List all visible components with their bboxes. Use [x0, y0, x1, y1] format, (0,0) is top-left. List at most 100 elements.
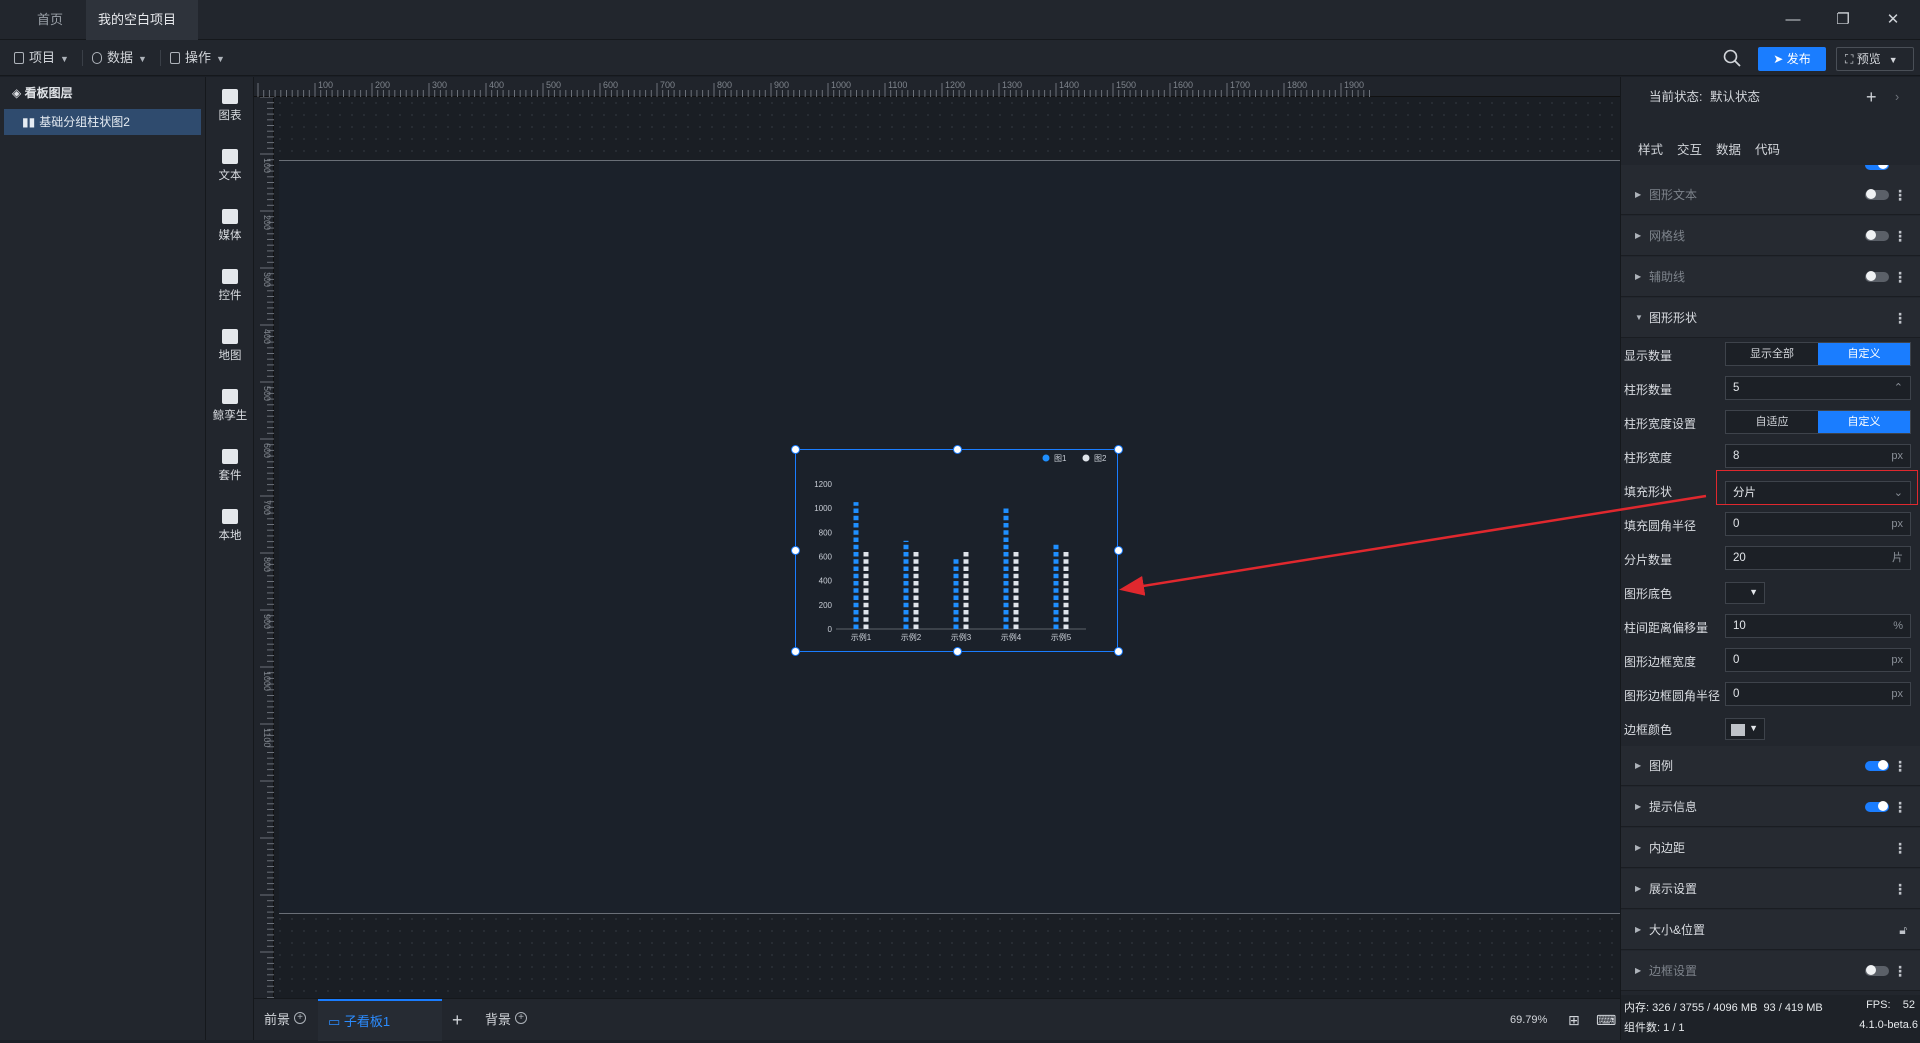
section-padding[interactable]: ▶ 内边距 ⋮	[1621, 828, 1920, 868]
field-border-width: 图形边框宽度 0 px	[1621, 644, 1920, 678]
section-toggle[interactable]	[1865, 165, 1889, 170]
custom-option[interactable]: 自定义	[1818, 411, 1910, 433]
add-icon[interactable]: +	[515, 1012, 528, 1024]
bar-segment	[1053, 552, 1059, 557]
tab-style[interactable]: 样式	[1638, 139, 1663, 158]
publish-button[interactable]: ➤ 发布	[1758, 47, 1826, 71]
close-icon[interactable]: ✕	[1880, 8, 1906, 32]
tab-interaction[interactable]: 交互	[1677, 139, 1702, 158]
monitor-icon: ▭	[328, 1014, 344, 1029]
more-icon[interactable]: ⋮	[1893, 746, 1907, 786]
restore-icon[interactable]: ❐	[1830, 8, 1856, 32]
tab-code[interactable]: 代码	[1755, 139, 1780, 158]
chevron-right-icon[interactable]: ›	[1895, 77, 1899, 117]
fit-icon[interactable]: ⊞	[1568, 999, 1580, 1041]
comp-local[interactable]: 本地	[206, 509, 254, 543]
section-title: 图例	[1649, 759, 1674, 773]
section-aux-line[interactable]: ▶ 辅助线 ⋮	[1621, 257, 1920, 297]
resize-handle[interactable]	[953, 445, 962, 454]
bar-width-input[interactable]: 8 px	[1725, 444, 1911, 468]
more-icon[interactable]: ⋮	[1893, 787, 1907, 827]
menu-project[interactable]: 项目 ▼	[14, 40, 69, 76]
resize-handle[interactable]	[953, 647, 962, 656]
section-graphic-shape[interactable]: ▼ 图形形状 ⋮	[1621, 298, 1920, 338]
resize-handle[interactable]	[1114, 647, 1123, 656]
section-display[interactable]: ▶ 展示设置 ⋮	[1621, 869, 1920, 909]
comp-kit[interactable]: 套件	[206, 449, 254, 483]
background-tab[interactable]: 背景 +	[485, 999, 528, 1041]
add-board-button[interactable]: +	[452, 999, 463, 1041]
comp-text[interactable]: 文本	[206, 149, 254, 183]
lock-icon[interactable]: 🔓︎	[1899, 910, 1907, 950]
more-icon[interactable]: ⋮	[1893, 869, 1907, 909]
border-width-input[interactable]: 0 px	[1725, 648, 1911, 672]
comp-media[interactable]: 媒体	[206, 209, 254, 243]
layer-item[interactable]: ▮▮ 基础分组柱状图2	[4, 109, 201, 135]
segment-count-input[interactable]: 20 片	[1725, 546, 1911, 570]
bar-count-input[interactable]: 5 ⌃	[1725, 376, 1911, 400]
bg-color-picker[interactable]: ▼	[1725, 582, 1765, 604]
zoom-level[interactable]: 69.79%	[1510, 999, 1547, 1041]
section-grid[interactable]: ▶ 网格线 ⋮	[1621, 216, 1920, 256]
section-toggle[interactable]	[1865, 189, 1889, 200]
bar-offset-input[interactable]: 10%	[1725, 614, 1911, 638]
border-color-picker[interactable]: ▼	[1725, 718, 1765, 740]
keyboard-icon[interactable]: ⌨	[1596, 999, 1616, 1041]
custom-option[interactable]: 自定义	[1818, 343, 1910, 365]
bar-segment	[903, 544, 909, 550]
comp-map[interactable]: 地图	[206, 329, 254, 363]
add-icon[interactable]: +	[294, 1012, 307, 1024]
auto-option[interactable]: 自适应	[1726, 411, 1818, 433]
canvas[interactable]: 0 200 400 600 800 1000 1200 示例1 示例2 示例3 示例4 示例5 图1 图2	[274, 97, 1620, 998]
stepper-up-icon[interactable]: ⌃	[1894, 377, 1903, 399]
add-state-icon[interactable]: +	[1866, 77, 1877, 117]
section-toggle[interactable]	[1865, 271, 1889, 282]
resize-handle[interactable]	[791, 546, 800, 555]
bar-segment	[1013, 595, 1019, 600]
more-icon[interactable]: ⋮	[1893, 216, 1907, 256]
section-size-position[interactable]: ▶ 大小&位置 🔓︎	[1621, 910, 1920, 950]
fill-radius-input[interactable]: 0 px	[1725, 512, 1911, 536]
section-tooltip[interactable]: ▶ 提示信息 ⋮	[1621, 787, 1920, 827]
bar-segment	[963, 566, 969, 571]
menu-ops[interactable]: 操作 ▼	[170, 40, 225, 76]
foreground-tab[interactable]: 前景 +	[264, 999, 307, 1041]
section-title: 网格线	[1649, 229, 1686, 243]
more-icon[interactable]: ⋮	[1893, 257, 1907, 297]
resize-handle[interactable]	[1114, 445, 1123, 454]
more-icon[interactable]: ⋮	[1893, 298, 1907, 338]
artboard[interactable]: 0 200 400 600 800 1000 1200 示例1 示例2 示例3 示例4 示例5 图1 图2	[279, 160, 1620, 914]
border-radius-input[interactable]: 0 px	[1725, 682, 1911, 706]
resize-handle[interactable]	[791, 445, 800, 454]
resize-handle[interactable]	[1114, 546, 1123, 555]
more-icon[interactable]: ⋮	[1893, 828, 1907, 868]
search-button[interactable]	[1722, 48, 1742, 68]
section-toggle[interactable]	[1865, 965, 1889, 976]
more-icon[interactable]: ⋮	[1893, 175, 1907, 215]
section-border[interactable]: ▶ 边框设置 ⋮	[1621, 951, 1920, 991]
tab-home[interactable]: 首页	[18, 0, 82, 40]
section-toggle[interactable]	[1865, 801, 1889, 812]
vertical-ruler[interactable]: 100 200 300 400 500 600 700 800 900 1000 1100	[254, 96, 274, 999]
preview-button[interactable]: ⛶ 预览 ▼	[1836, 47, 1914, 71]
comp-chart[interactable]: 图表	[206, 89, 254, 123]
resize-handle[interactable]	[791, 647, 800, 656]
ruler-label: 600	[603, 80, 618, 90]
minimize-icon[interactable]: —	[1780, 8, 1806, 32]
grouped-bar-chart-widget[interactable]: 0 200 400 600 800 1000 1200 示例1 示例2 示例3 示例4 示例5 图1 图2	[791, 445, 1123, 656]
more-icon[interactable]: ⋮	[1893, 951, 1907, 991]
section-graphic-text[interactable]: ▶ 图形文本 ⋮	[1621, 175, 1920, 215]
board-tab[interactable]: ▭ 子看板1	[318, 999, 442, 1041]
state-selector[interactable]: 当前状态: 默认状态 + ›	[1621, 77, 1920, 117]
tab-data[interactable]: 数据	[1716, 139, 1741, 158]
horizontal-ruler[interactable]: 100 200 300 400 500 600 700 800 900 1000 1100 1200 1…	[254, 77, 1620, 97]
show-all-option[interactable]: 显示全部	[1726, 343, 1818, 365]
section-toggle[interactable]	[1865, 760, 1889, 771]
section-legend[interactable]: ▶ 图例 ⋮	[1621, 746, 1920, 786]
menu-data[interactable]: 数据 ▼	[92, 40, 147, 76]
section-toggle[interactable]	[1865, 230, 1889, 241]
fps-readout: FPS: 52	[1866, 999, 1915, 1011]
tab-project[interactable]: 我的空白项目	[86, 0, 198, 65]
comp-twin[interactable]: 鲸孪生	[206, 389, 254, 423]
comp-control[interactable]: 控件	[206, 269, 254, 303]
